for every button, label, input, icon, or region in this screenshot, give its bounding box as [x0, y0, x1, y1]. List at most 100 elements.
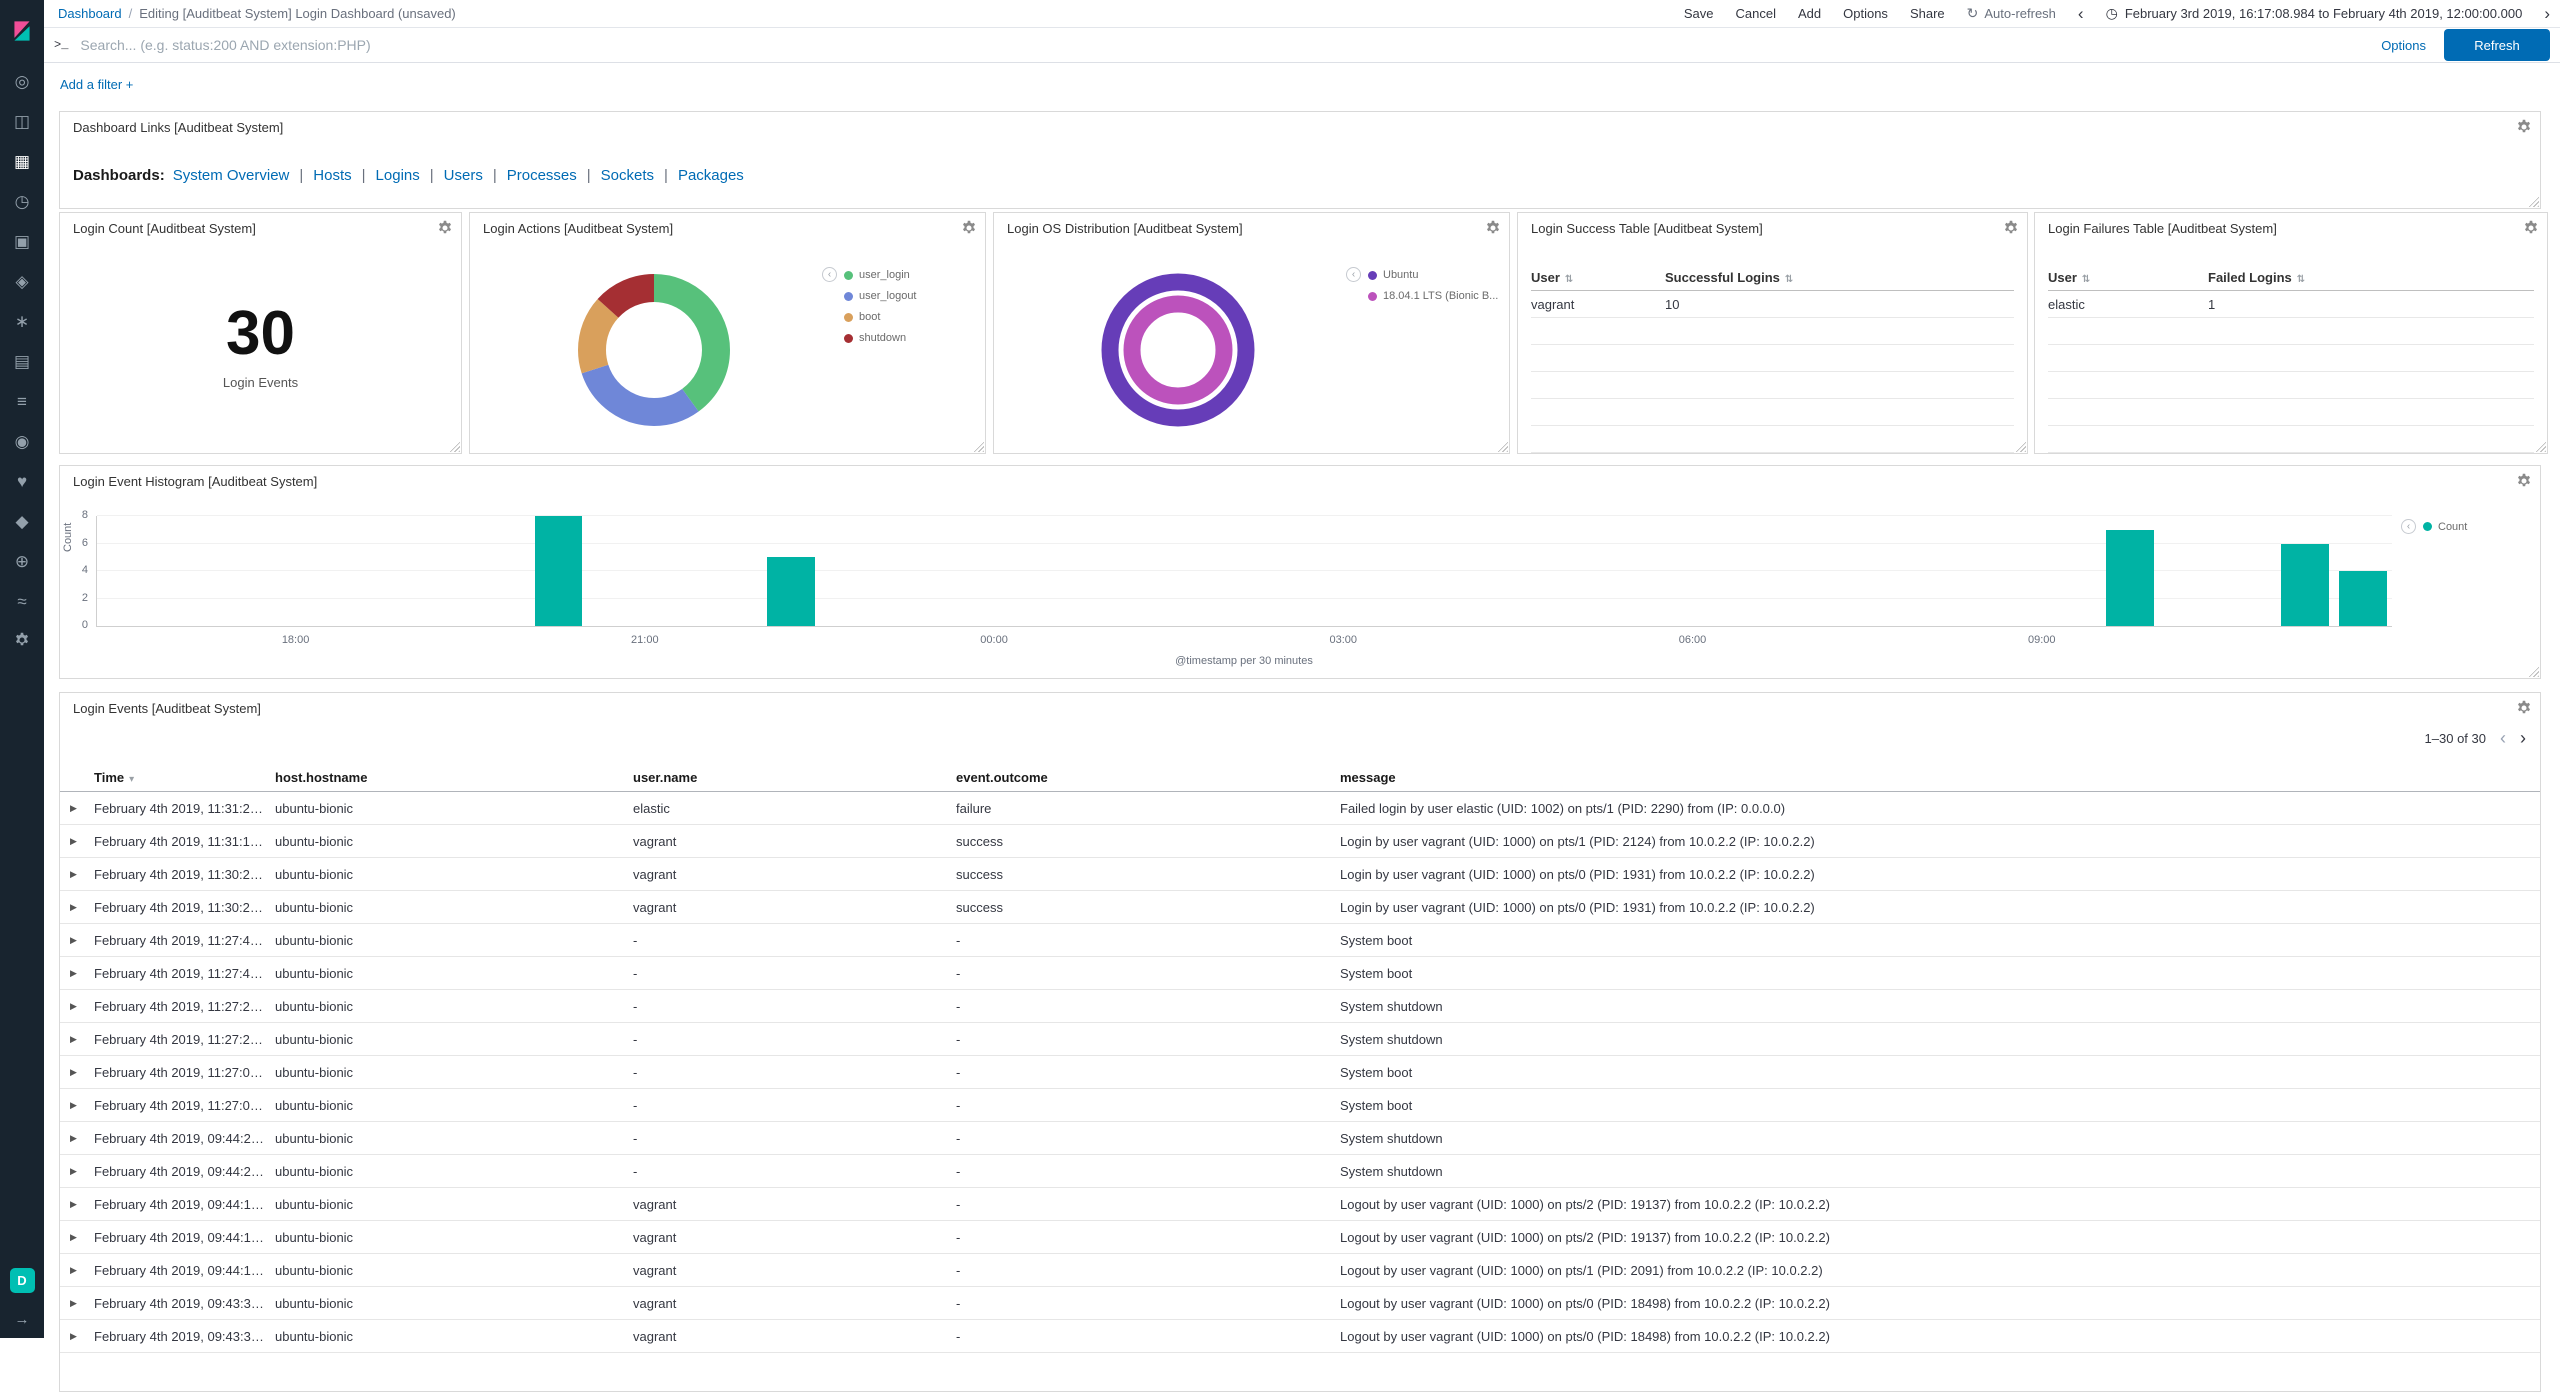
- sidebar-item-management[interactable]: [0, 622, 44, 662]
- kibana-logo[interactable]: [0, 0, 44, 62]
- sidebar-item-monitoring[interactable]: ≈: [0, 582, 44, 622]
- legend-item-count[interactable]: Count: [2423, 521, 2467, 533]
- panel-gear-icon[interactable]: [2516, 700, 2532, 716]
- top-menu-add-button[interactable]: Add: [1798, 6, 1821, 21]
- column-header-event-outcome[interactable]: event.outcome: [956, 770, 1340, 785]
- top-menu-options-button[interactable]: Options: [1843, 6, 1888, 21]
- table-row[interactable]: ▶February 4th 2019, 09:44:20.065ubuntu-b…: [60, 1122, 2540, 1155]
- dashboard-link-processes[interactable]: Processes: [507, 167, 577, 184]
- sidebar-item-uptime[interactable]: ♥: [0, 462, 44, 502]
- panel-resize-handle[interactable]: [2013, 439, 2026, 452]
- histogram-bar[interactable]: [2339, 571, 2387, 626]
- sidebar-item-machine-learning[interactable]: ∗: [0, 302, 44, 342]
- top-menu-save-button[interactable]: Save: [1684, 6, 1714, 21]
- row-expand-icon[interactable]: ▶: [70, 836, 94, 847]
- table-row[interactable]: ▶February 4th 2019, 11:30:21.341ubuntu-b…: [60, 858, 2540, 891]
- column-header-user-name[interactable]: user.name: [633, 770, 956, 785]
- histogram-bar[interactable]: [767, 557, 815, 626]
- breadcrumb-dashboard-link[interactable]: Dashboard: [58, 6, 122, 21]
- refresh-button[interactable]: Refresh: [2444, 29, 2550, 61]
- table-row[interactable]: ▶February 4th 2019, 09:44:20.065ubuntu-b…: [60, 1155, 2540, 1188]
- row-expand-icon[interactable]: ▶: [70, 1034, 94, 1045]
- column-header-failed-logins[interactable]: Failed Logins⇅: [2208, 270, 2534, 285]
- time-range-picker[interactable]: ◷ February 3rd 2019, 16:17:08.984 to Feb…: [2106, 5, 2523, 22]
- sidebar-item-maps[interactable]: ◈: [0, 262, 44, 302]
- dashboard-link-packages[interactable]: Packages: [678, 167, 744, 184]
- column-header-message[interactable]: message: [1340, 770, 2540, 785]
- legend-item-user-logout[interactable]: user_logout: [844, 290, 917, 302]
- column-header-user[interactable]: User⇅: [1531, 270, 1665, 285]
- table-row[interactable]: ▶February 4th 2019, 09:44:19.095ubuntu-b…: [60, 1254, 2540, 1287]
- row-expand-icon[interactable]: ▶: [70, 1331, 94, 1342]
- row-expand-icon[interactable]: ▶: [70, 1166, 94, 1177]
- column-header-user[interactable]: User⇅: [2048, 270, 2208, 285]
- add-filter-link[interactable]: Add a filter +: [60, 77, 133, 92]
- legend-item-shutdown[interactable]: shutdown: [844, 332, 917, 344]
- sidebar-item-infrastructure[interactable]: ▤: [0, 342, 44, 382]
- pagination-prev-button[interactable]: ‹: [2500, 729, 2506, 747]
- panel-resize-handle[interactable]: [2526, 664, 2539, 677]
- panel-resize-handle[interactable]: [971, 439, 984, 452]
- table-row[interactable]: ▶February 4th 2019, 11:31:25.403ubuntu-b…: [60, 792, 2540, 825]
- table-row[interactable]: ▶February 4th 2019, 11:30:21.341ubuntu-b…: [60, 891, 2540, 924]
- table-row[interactable]: ▶February 4th 2019, 09:44:19.547ubuntu-b…: [60, 1188, 2540, 1221]
- panel-resize-handle[interactable]: [2526, 194, 2539, 207]
- legend-item-boot[interactable]: boot: [844, 311, 917, 323]
- query-options-link[interactable]: Options: [2381, 38, 2426, 53]
- dashboard-link-logins[interactable]: Logins: [376, 167, 420, 184]
- donut-slice-18-04-1-lts-bionic-b[interactable]: [1132, 304, 1224, 396]
- row-expand-icon[interactable]: ▶: [70, 935, 94, 946]
- table-row[interactable]: ▶February 4th 2019, 11:27:22.431ubuntu-b…: [60, 990, 2540, 1023]
- panel-resize-handle[interactable]: [1495, 439, 1508, 452]
- top-menu-cancel-button[interactable]: Cancel: [1736, 6, 1776, 21]
- row-expand-icon[interactable]: ▶: [70, 869, 94, 880]
- table-row[interactable]: ▶February 4th 2019, 11:27:49.056ubuntu-b…: [60, 957, 2540, 990]
- table-row[interactable]: ▶February 4th 2019, 11:27:49.056ubuntu-b…: [60, 924, 2540, 957]
- sidebar-item-discover[interactable]: ◎: [0, 62, 44, 102]
- dashboard-link-users[interactable]: Users: [444, 167, 483, 184]
- dashboard-link-system-overview[interactable]: System Overview: [173, 167, 290, 184]
- table-row[interactable]: ▶February 4th 2019, 11:27:04.700ubuntu-b…: [60, 1056, 2540, 1089]
- sidebar-item-canvas[interactable]: ▣: [0, 222, 44, 262]
- panel-gear-icon[interactable]: [1485, 220, 1501, 236]
- pagination-next-button[interactable]: ›: [2520, 729, 2526, 747]
- legend-collapse-icon[interactable]: ‹: [1346, 267, 1361, 282]
- sidebar-item-visualize[interactable]: ◫: [0, 102, 44, 142]
- row-expand-icon[interactable]: ▶: [70, 968, 94, 979]
- histogram-bar[interactable]: [2281, 544, 2329, 627]
- table-row[interactable]: ▶February 4th 2019, 11:31:12.806ubuntu-b…: [60, 825, 2540, 858]
- sidebar-item-logs[interactable]: ≡: [0, 382, 44, 422]
- row-expand-icon[interactable]: ▶: [70, 1265, 94, 1276]
- table-row[interactable]: ▶February 4th 2019, 11:27:04.700ubuntu-b…: [60, 1089, 2540, 1122]
- row-expand-icon[interactable]: ▶: [70, 1067, 94, 1078]
- login-os-donut[interactable]: [1093, 265, 1263, 435]
- sidebar-item-apm[interactable]: ◉: [0, 422, 44, 462]
- row-expand-icon[interactable]: ▶: [70, 1232, 94, 1243]
- legend-item-ubuntu[interactable]: Ubuntu: [1368, 269, 1498, 281]
- row-expand-icon[interactable]: ▶: [70, 1001, 94, 1012]
- panel-resize-handle[interactable]: [2533, 439, 2546, 452]
- row-expand-icon[interactable]: ▶: [70, 1133, 94, 1144]
- panel-gear-icon[interactable]: [2003, 220, 2019, 236]
- legend-collapse-icon[interactable]: ‹: [822, 267, 837, 282]
- panel-gear-icon[interactable]: [2516, 473, 2532, 489]
- column-header-time[interactable]: Time▾: [94, 770, 275, 785]
- column-header-host-hostname[interactable]: host.hostname: [275, 770, 633, 785]
- login-actions-donut[interactable]: [569, 265, 739, 435]
- sidebar-item-timelion[interactable]: ◷: [0, 182, 44, 222]
- row-expand-icon[interactable]: ▶: [70, 1199, 94, 1210]
- panel-gear-icon[interactable]: [2523, 220, 2539, 236]
- time-back-button[interactable]: ‹: [2078, 5, 2084, 22]
- table-row[interactable]: ▶February 4th 2019, 09:43:38.665ubuntu-b…: [60, 1320, 2540, 1353]
- row-expand-icon[interactable]: ▶: [70, 902, 94, 913]
- sidebar-item-dev-tools[interactable]: ⊕: [0, 542, 44, 582]
- panel-gear-icon[interactable]: [2516, 119, 2532, 135]
- time-forward-button[interactable]: ›: [2544, 5, 2550, 22]
- row-expand-icon[interactable]: ▶: [70, 1298, 94, 1309]
- table-row[interactable]: ▶February 4th 2019, 09:44:19.547ubuntu-b…: [60, 1221, 2540, 1254]
- legend-item-18-04-1-lts-bionic-b[interactable]: 18.04.1 LTS (Bionic B...: [1368, 290, 1498, 302]
- legend-item-user-login[interactable]: user_login: [844, 269, 917, 281]
- dashboard-link-hosts[interactable]: Hosts: [313, 167, 351, 184]
- sidebar-expand-icon[interactable]: →: [15, 1311, 30, 1328]
- panel-gear-icon[interactable]: [961, 220, 977, 236]
